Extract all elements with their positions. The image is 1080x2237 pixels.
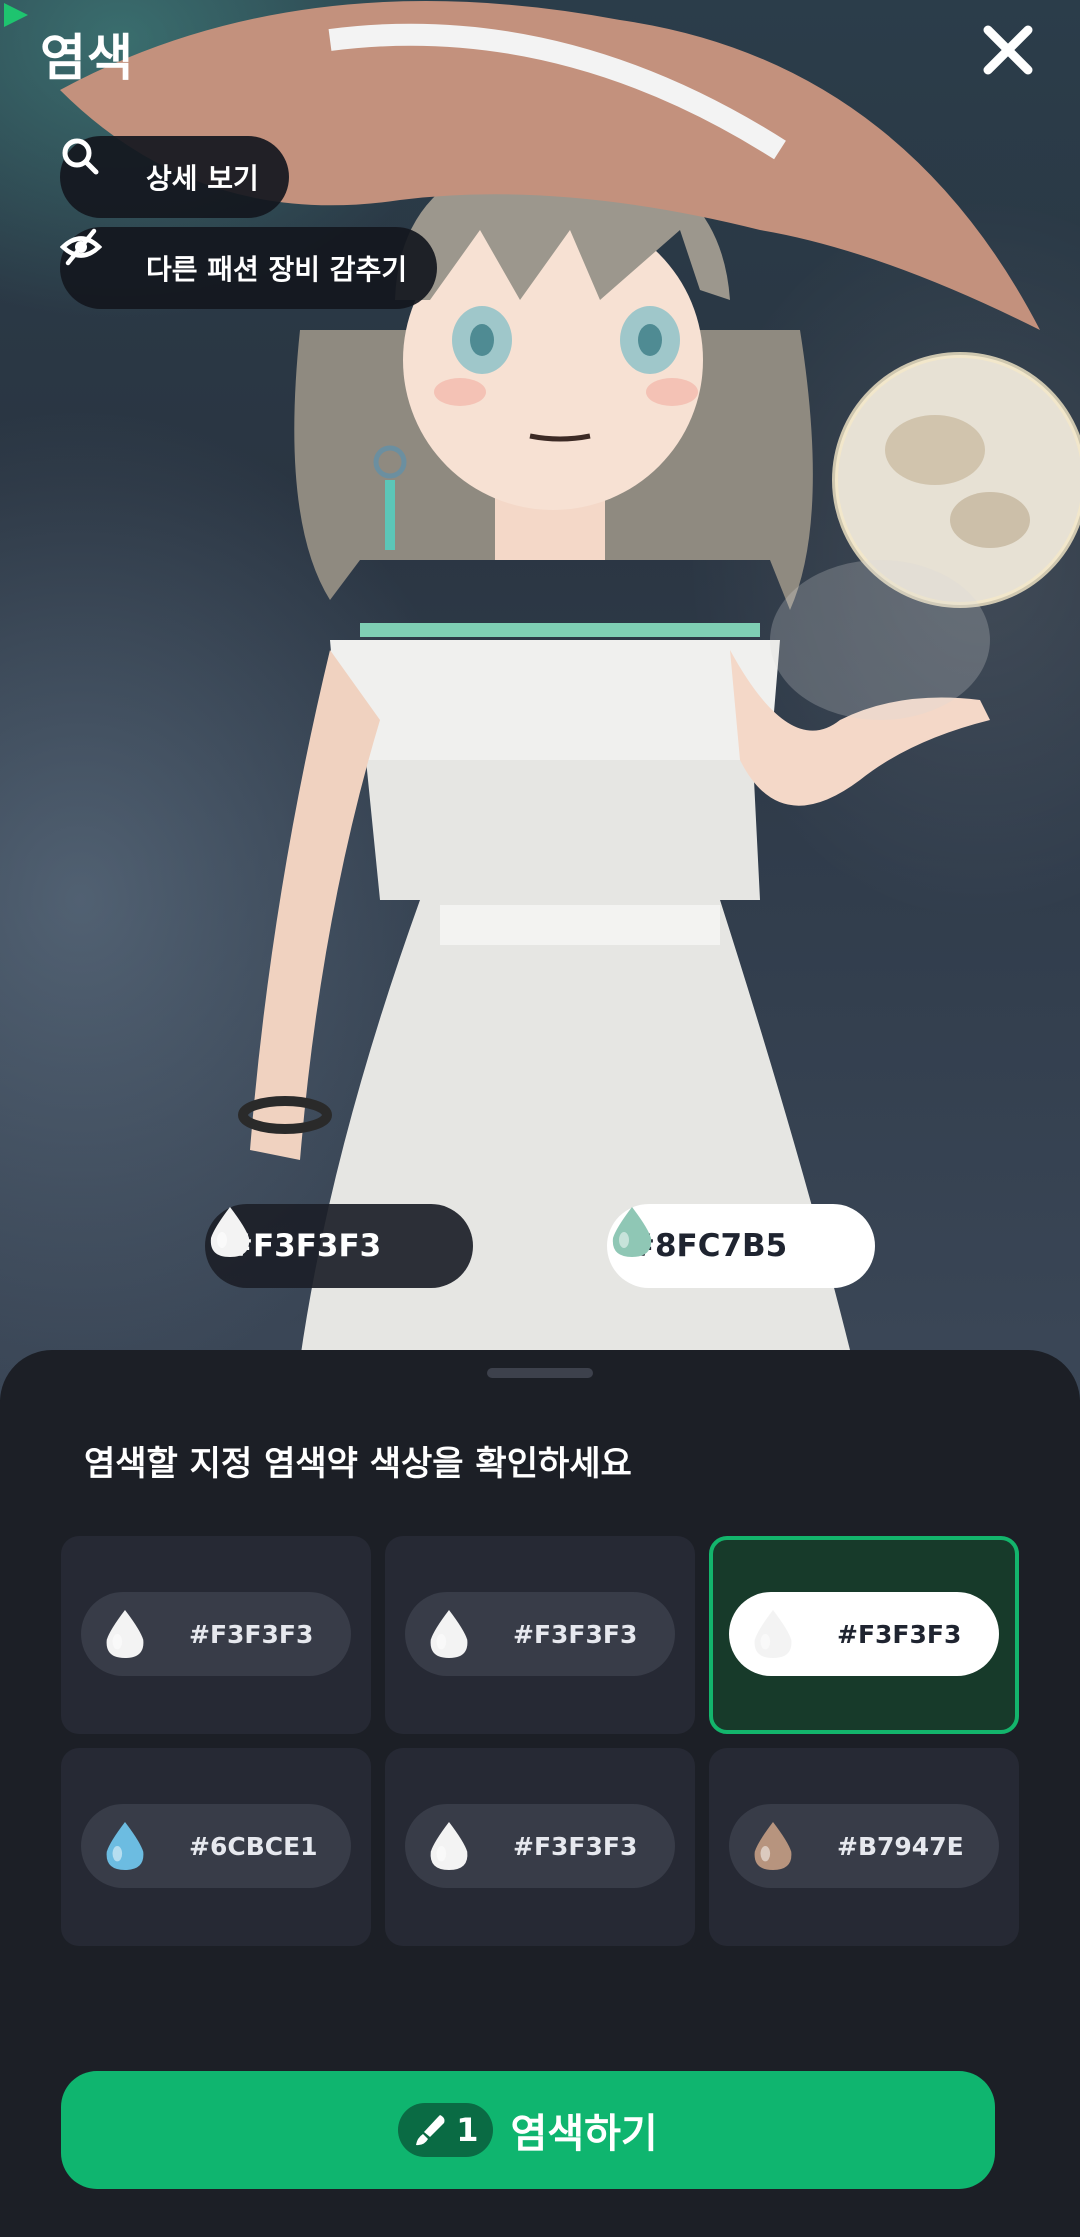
dye-drop-icon <box>210 1207 250 1257</box>
swatch-chip: #6CBCE1 <box>81 1804 351 1888</box>
dye-item-count: 1 <box>456 2111 479 2149</box>
dye-drop-icon <box>430 1610 468 1658</box>
swatch-hex: #B7947E <box>837 1831 964 1861</box>
dye-item-count-badge: 1 <box>398 2103 493 2157</box>
dye-drop-icon <box>754 1610 792 1658</box>
swatch-chip: #F3F3F3 <box>729 1592 999 1676</box>
dye-drop-icon <box>612 1207 652 1257</box>
dye-drop-icon <box>430 1822 468 1870</box>
hide-other-fashion-button[interactable]: 다른 패션 장비 감추기 <box>60 227 438 309</box>
dye-drop-icon <box>754 1822 792 1870</box>
character-preview: 염색 상세 보기 다른 패션 장비 감추기 #F3F3F3 #8FC7B5 <box>0 0 1080 1400</box>
swatch-hex: #F3F3F3 <box>837 1619 962 1649</box>
swatch-hex: #F3F3F3 <box>513 1831 638 1861</box>
close-button[interactable] <box>978 20 1038 80</box>
swatch-cell[interactable]: #F3F3F3 <box>385 1536 695 1734</box>
swatch-cell[interactable]: #6CBCE1 <box>61 1748 371 1946</box>
hide-other-fashion-label: 다른 패션 장비 감추기 <box>146 253 408 286</box>
swatch-hex: #F3F3F3 <box>513 1619 638 1649</box>
eye-off-icon <box>60 228 128 288</box>
close-icon <box>983 25 1033 75</box>
swatch-cell[interactable]: #F3F3F3 <box>61 1536 371 1734</box>
sheet-drag-handle[interactable] <box>487 1368 593 1378</box>
swatch-cell[interactable]: #B7947E <box>709 1748 1019 1946</box>
swatch-hex: #F3F3F3 <box>189 1619 314 1649</box>
dye-button[interactable]: 1 염색하기 <box>61 2071 995 2189</box>
detail-view-button[interactable]: 상세 보기 <box>60 136 289 218</box>
swatch-chip: #F3F3F3 <box>405 1804 675 1888</box>
dye-drop-icon <box>106 1610 144 1658</box>
dye-bottom-sheet: 염색할 지정 염색약 색상을 확인하세요 #F3F3F3 #F3F3F3 #F3… <box>0 1350 1080 2237</box>
swatch-chip: #B7947E <box>729 1804 999 1888</box>
swatch-chip: #F3F3F3 <box>81 1592 351 1676</box>
dye-button-label: 염색하기 <box>510 2111 658 2157</box>
current-color-chip: #F3F3F3 <box>205 1204 473 1288</box>
sheet-title: 염색할 지정 염색약 색상을 확인하세요 <box>84 1444 632 1484</box>
swatch-cell[interactable]: #F3F3F3 <box>709 1536 1019 1734</box>
dye-drop-icon <box>106 1822 144 1870</box>
swatch-chip: #F3F3F3 <box>405 1592 675 1676</box>
search-icon <box>62 138 128 197</box>
dye-brush-icon <box>416 2115 445 2146</box>
arrow-right-icon <box>4 3 28 27</box>
swatch-cell[interactable]: #F3F3F3 <box>385 1748 695 1946</box>
target-color-chip: #8FC7B5 <box>607 1204 875 1288</box>
detail-view-label: 상세 보기 <box>146 162 259 195</box>
page-title: 염색 <box>40 29 134 87</box>
swatch-hex: #6CBCE1 <box>189 1831 318 1861</box>
